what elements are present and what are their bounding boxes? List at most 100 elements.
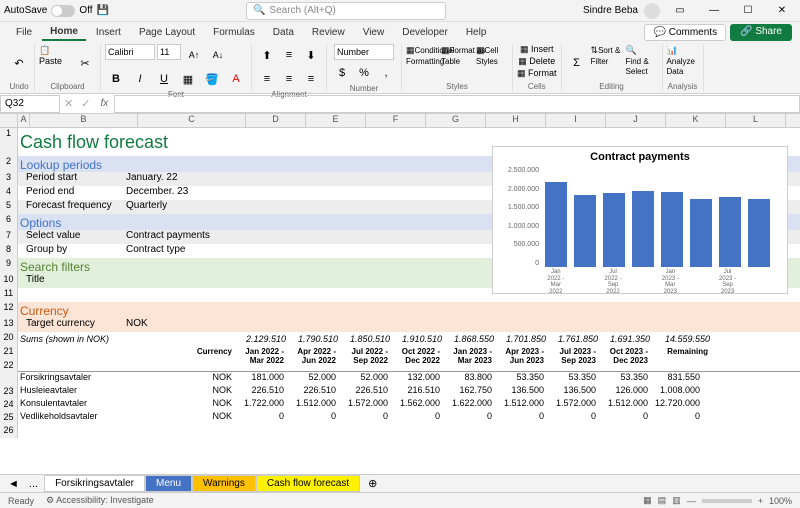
autosave-toggle[interactable]: [51, 5, 75, 17]
italic-button[interactable]: I: [129, 68, 151, 90]
col-g[interactable]: G: [426, 114, 486, 127]
fx-icon[interactable]: fx: [94, 98, 114, 109]
save-icon[interactable]: 💾: [97, 5, 109, 16]
col-k[interactable]: K: [666, 114, 726, 127]
row-7[interactable]: 7: [0, 230, 18, 244]
search-input[interactable]: 🔍 Search (Alt+Q): [246, 2, 446, 20]
font-color-icon[interactable]: A: [225, 68, 247, 90]
cell[interactable]: 132.000: [390, 372, 442, 385]
row-24[interactable]: 24: [0, 399, 18, 412]
share-button[interactable]: 🔗 Share: [730, 24, 792, 41]
tab-formulas[interactable]: Formulas: [205, 25, 263, 40]
row-9[interactable]: 9: [0, 258, 18, 274]
row-23[interactable]: 23: [0, 386, 18, 399]
sheet-tab-forsikring[interactable]: Forsikringsavtaler: [44, 475, 145, 492]
col-f[interactable]: F: [366, 114, 426, 127]
cell[interactable]: 126.000: [598, 385, 650, 398]
number-format[interactable]: Number: [334, 44, 394, 60]
row-4[interactable]: 4: [0, 186, 18, 200]
col-a[interactable]: A: [18, 114, 30, 127]
cell[interactable]: 216.510: [390, 385, 442, 398]
avatar[interactable]: [644, 3, 660, 19]
frequency-value[interactable]: Quarterly: [126, 200, 234, 214]
cell[interactable]: 0: [286, 411, 338, 424]
font-size[interactable]: 11: [157, 44, 181, 60]
name-box[interactable]: Q32: [0, 95, 60, 113]
cell[interactable]: 181.000: [234, 372, 286, 385]
align-middle-icon[interactable]: ≡: [278, 44, 300, 66]
col-i[interactable]: I: [546, 114, 606, 127]
sort-filter-button[interactable]: ⇅Sort & Filter: [591, 45, 623, 81]
cell[interactable]: 53.350: [598, 372, 650, 385]
ribbon-mode-icon[interactable]: ▭: [666, 0, 694, 22]
row-26[interactable]: 26: [0, 425, 18, 438]
tab-developer[interactable]: Developer: [394, 25, 456, 40]
undo-icon[interactable]: ↶: [8, 52, 30, 74]
period-start-value[interactable]: January. 22: [126, 172, 234, 186]
select-value[interactable]: Contract payments: [126, 230, 234, 244]
cell[interactable]: 136.500: [546, 385, 598, 398]
col-h[interactable]: H: [486, 114, 546, 127]
cell[interactable]: 0: [598, 411, 650, 424]
cell[interactable]: 0: [494, 411, 546, 424]
cell[interactable]: 1.572.000: [338, 398, 390, 411]
select-all-corner[interactable]: [0, 114, 18, 127]
format-as-table-button[interactable]: ▦Format as Table: [441, 45, 473, 81]
row-22[interactable]: 22: [0, 360, 18, 386]
cell[interactable]: 1.512.000: [598, 398, 650, 411]
view-pagebreak-icon[interactable]: ▥: [672, 495, 681, 506]
row-12[interactable]: 12: [0, 302, 18, 318]
row-8[interactable]: 8: [0, 244, 18, 258]
cell[interactable]: 0: [442, 411, 494, 424]
row-10[interactable]: 10: [0, 274, 18, 288]
row-2[interactable]: 2: [0, 156, 18, 172]
chart[interactable]: Contract payments 2.500.0002.000.0001.50…: [492, 146, 788, 294]
cell[interactable]: 226.510: [286, 385, 338, 398]
row-20[interactable]: 20: [0, 332, 18, 346]
cell[interactable]: 83.800: [442, 372, 494, 385]
row-25[interactable]: 25: [0, 412, 18, 425]
cell[interactable]: 162.750: [442, 385, 494, 398]
find-select-button[interactable]: 🔍Find & Select: [626, 45, 658, 81]
cell[interactable]: 52.000: [338, 372, 390, 385]
analyze-data-button[interactable]: 📊Analyze Data: [667, 45, 699, 81]
cell[interactable]: 226.510: [338, 385, 390, 398]
insert-cells-button[interactable]: ▦ Insert: [520, 44, 554, 55]
increase-font-icon[interactable]: A↑: [183, 44, 205, 66]
col-d[interactable]: D: [246, 114, 306, 127]
zoom-level[interactable]: 100%: [769, 496, 792, 506]
view-pagelayout-icon[interactable]: ▤: [658, 495, 667, 506]
align-right-icon[interactable]: ≡: [300, 68, 322, 90]
cell[interactable]: 1.008.000: [650, 385, 702, 398]
zoom-out-button[interactable]: —: [687, 496, 696, 506]
view-normal-icon[interactable]: ▦: [643, 495, 652, 506]
col-j[interactable]: J: [606, 114, 666, 127]
col-l[interactable]: L: [726, 114, 786, 127]
tab-data[interactable]: Data: [265, 25, 302, 40]
decrease-font-icon[interactable]: A↓: [207, 44, 229, 66]
status-accessibility[interactable]: ⚙ Accessibility: Investigate: [46, 495, 154, 506]
cell[interactable]: 1.512.000: [286, 398, 338, 411]
font-name[interactable]: Calibri: [105, 44, 155, 60]
row-1[interactable]: 1: [0, 128, 18, 156]
cell[interactable]: 0: [546, 411, 598, 424]
tab-help[interactable]: Help: [458, 25, 495, 40]
cell[interactable]: 1.512.000: [494, 398, 546, 411]
tab-view[interactable]: View: [355, 25, 393, 40]
row-6[interactable]: 6: [0, 214, 18, 230]
cell[interactable]: 1.722.000: [234, 398, 286, 411]
cell[interactable]: 136.500: [494, 385, 546, 398]
format-cells-button[interactable]: ▦ Format: [517, 68, 557, 79]
cell[interactable]: 52.000: [286, 372, 338, 385]
cell[interactable]: 53.350: [546, 372, 598, 385]
cell[interactable]: 831.550: [650, 372, 702, 385]
comma-icon[interactable]: ,: [375, 62, 397, 84]
tab-home[interactable]: Home: [42, 24, 86, 41]
sheet-tab-warnings[interactable]: Warnings: [192, 475, 256, 492]
border-icon[interactable]: ▦: [177, 68, 199, 90]
row-11[interactable]: 11: [0, 288, 18, 302]
cell[interactable]: 1.622.000: [442, 398, 494, 411]
maximize-button[interactable]: ☐: [734, 0, 762, 22]
close-button[interactable]: ✕: [768, 0, 796, 22]
cell[interactable]: 0: [234, 411, 286, 424]
